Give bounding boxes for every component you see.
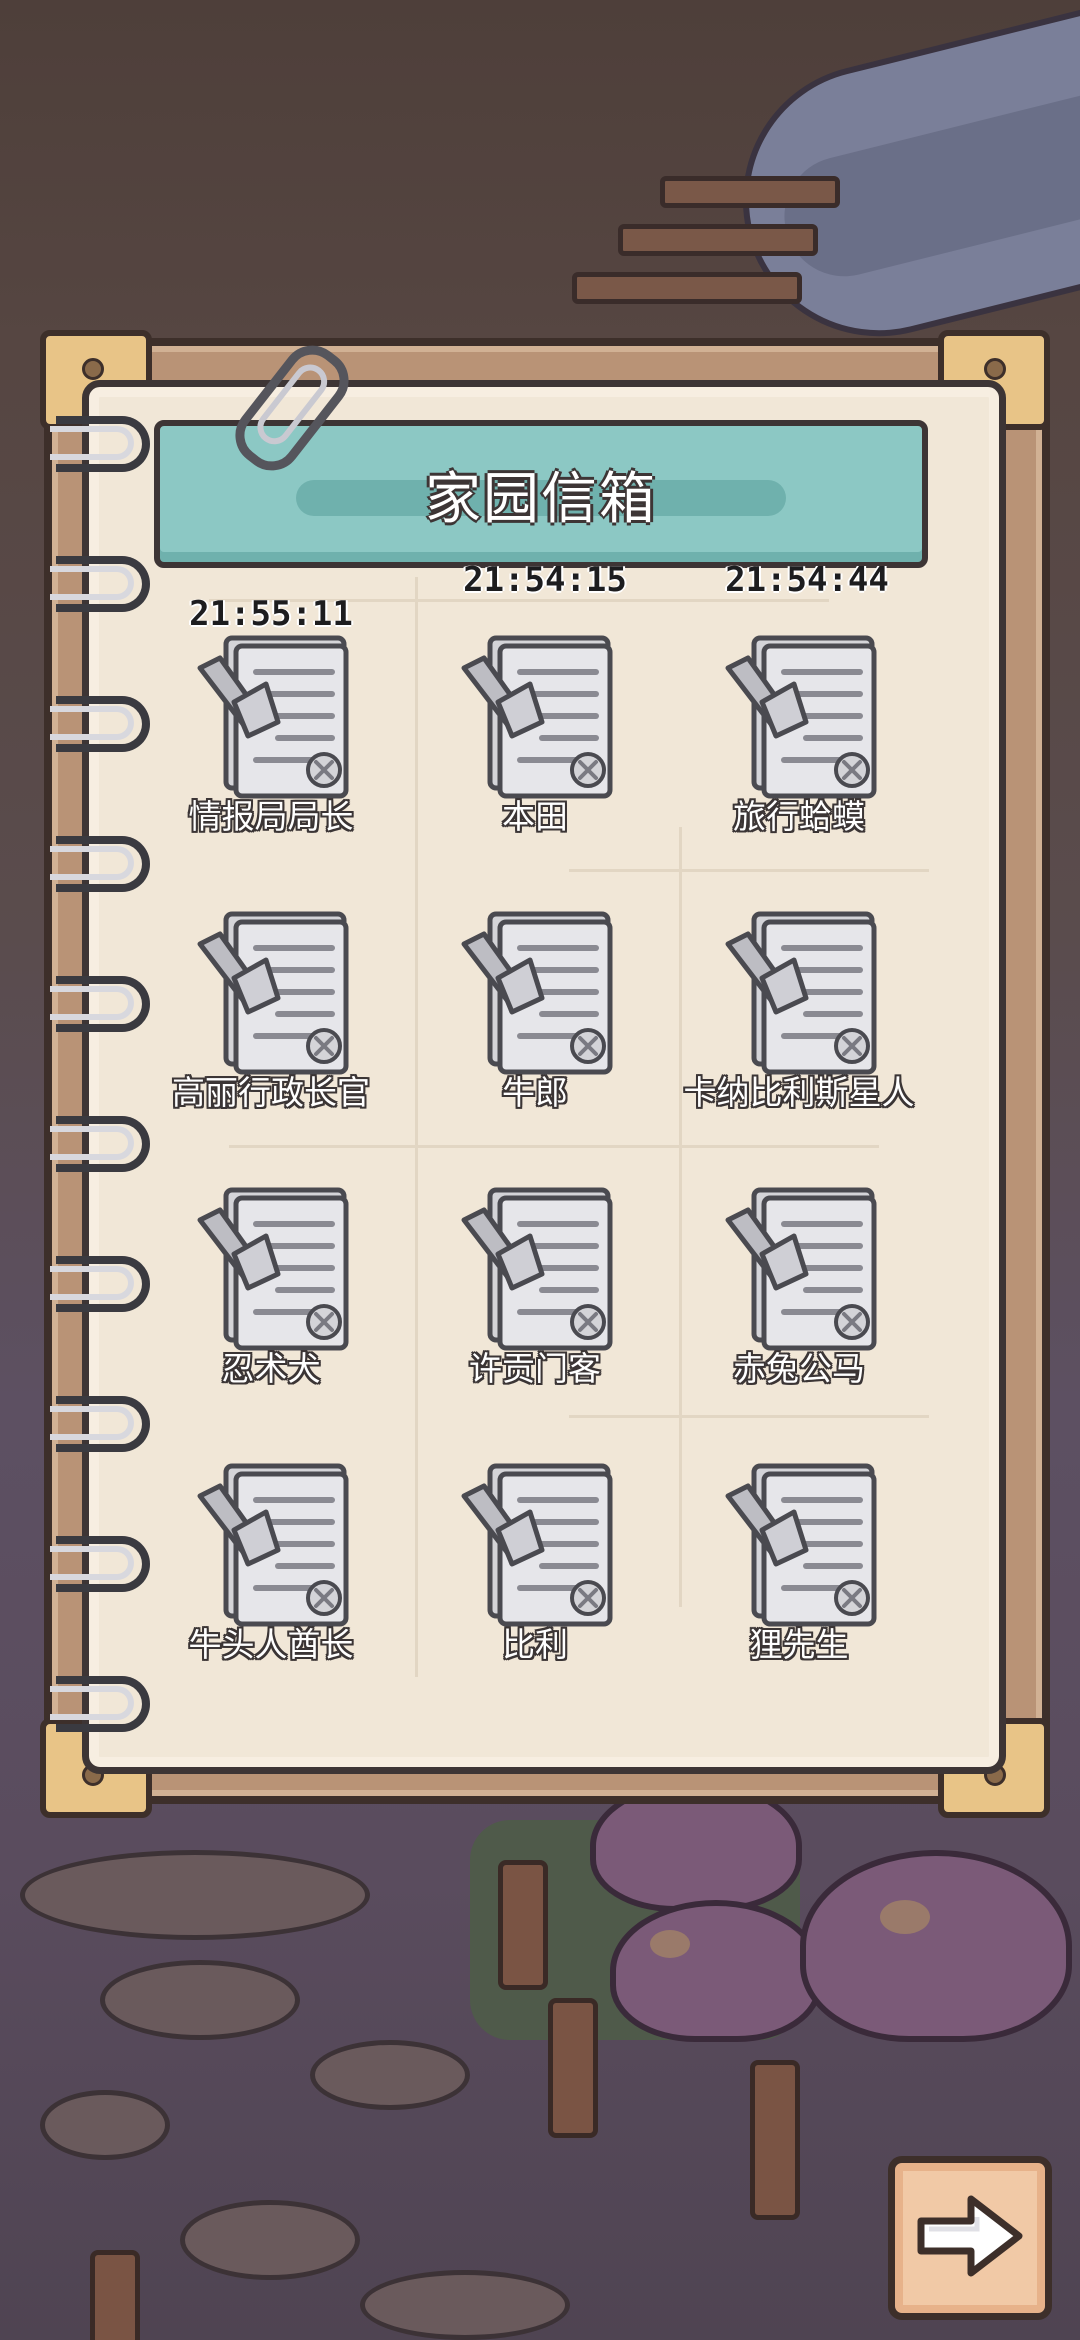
background-mushroom-spot (880, 1900, 930, 1934)
mail-item[interactable]: 狸先生 (674, 1460, 924, 1700)
background-fence-post (90, 2250, 140, 2340)
mail-item[interactable]: 许贡门客 (410, 1184, 660, 1424)
mail-timer: 21:55:11 (189, 594, 353, 634)
letter-scroll-icon (724, 632, 894, 804)
mail-sender-label: 本田 (502, 797, 568, 836)
letter-scroll-icon (196, 908, 366, 1080)
mail-sender-label: 比利 (502, 1625, 568, 1664)
scrolled-timer: 21:54:44 (725, 560, 889, 600)
spiral-ring (50, 1676, 150, 1732)
mail-item[interactable]: 牛头人酋长 (146, 1460, 396, 1700)
arrow-right-icon (917, 2195, 1023, 2277)
background-plank (660, 176, 840, 208)
mail-item[interactable]: 卡纳比利斯星人 (674, 908, 924, 1148)
background-fence-post (498, 1860, 548, 1990)
letter-scroll-icon (724, 908, 894, 1080)
background-stone (180, 2200, 360, 2280)
letter-scroll-icon (196, 1184, 366, 1356)
mail-sender-label: 牛头人酋长 (188, 1625, 354, 1664)
background-fence-post (548, 1998, 598, 2138)
spiral-ring (50, 556, 150, 612)
background-stone (310, 2040, 470, 2110)
mail-sender-label: 高丽行政长官 (172, 1073, 370, 1112)
background-fence-post (750, 2060, 800, 2220)
background-mushroom (610, 1900, 822, 2042)
mail-sender-label: 旅行蛤蟆 (733, 797, 865, 836)
mail-sender-label: 卡纳比利斯星人 (683, 1073, 915, 1112)
letter-scroll-icon (460, 1460, 630, 1632)
mail-item[interactable]: 忍术犬 (146, 1184, 396, 1424)
spiral-ring (50, 416, 150, 472)
letter-scroll-icon (724, 1184, 894, 1356)
spiral-ring (50, 1396, 150, 1452)
mail-sender-label: 情报局局长 (188, 797, 354, 836)
background-stone (100, 1960, 300, 2040)
mail-sender-label: 牛郎 (502, 1073, 568, 1112)
letter-scroll-icon (460, 1184, 630, 1356)
mail-item[interactable]: 本田 (410, 632, 660, 872)
letter-scroll-icon (196, 632, 366, 804)
spiral-ring (50, 1256, 150, 1312)
next-button[interactable] (888, 2156, 1052, 2320)
background-stone (40, 2090, 170, 2160)
mail-item[interactable]: 牛郎 (410, 908, 660, 1148)
mail-sender-label: 忍术犬 (221, 1349, 321, 1388)
spiral-ring (50, 1116, 150, 1172)
spiral-ring (50, 696, 150, 752)
letter-scroll-icon (724, 1460, 894, 1632)
background-mushroom (800, 1850, 1072, 2042)
background-plank (572, 272, 802, 304)
background-stone (360, 2270, 570, 2340)
spiral-ring (50, 836, 150, 892)
background-mushroom-spot (650, 1930, 690, 1958)
scrolled-timer: 21:54:15 (463, 560, 627, 600)
background-plank (618, 224, 818, 256)
mail-sender-label: 狸先生 (749, 1625, 849, 1664)
spiral-ring (50, 976, 150, 1032)
mail-item[interactable]: 赤兔公马 (674, 1184, 924, 1424)
mail-sender-label: 许贡门客 (469, 1349, 601, 1388)
mail-sender-label: 赤兔公马 (733, 1349, 865, 1388)
mail-item[interactable]: 21:55:11 情报局局长 (146, 594, 396, 872)
spiral-ring (50, 1536, 150, 1592)
game-scene: 家园信箱 21:54:15 21:54:44 21:55:11 情报局局长 本田 (0, 0, 1080, 2340)
mail-item[interactable]: 比利 (410, 1460, 660, 1700)
mail-item[interactable]: 高丽行政长官 (146, 908, 396, 1148)
letter-scroll-icon (460, 632, 630, 804)
letter-scroll-icon (196, 1460, 366, 1632)
mail-item[interactable]: 旅行蛤蟆 (674, 632, 924, 872)
letter-scroll-icon (460, 908, 630, 1080)
background-stone (20, 1850, 370, 1940)
